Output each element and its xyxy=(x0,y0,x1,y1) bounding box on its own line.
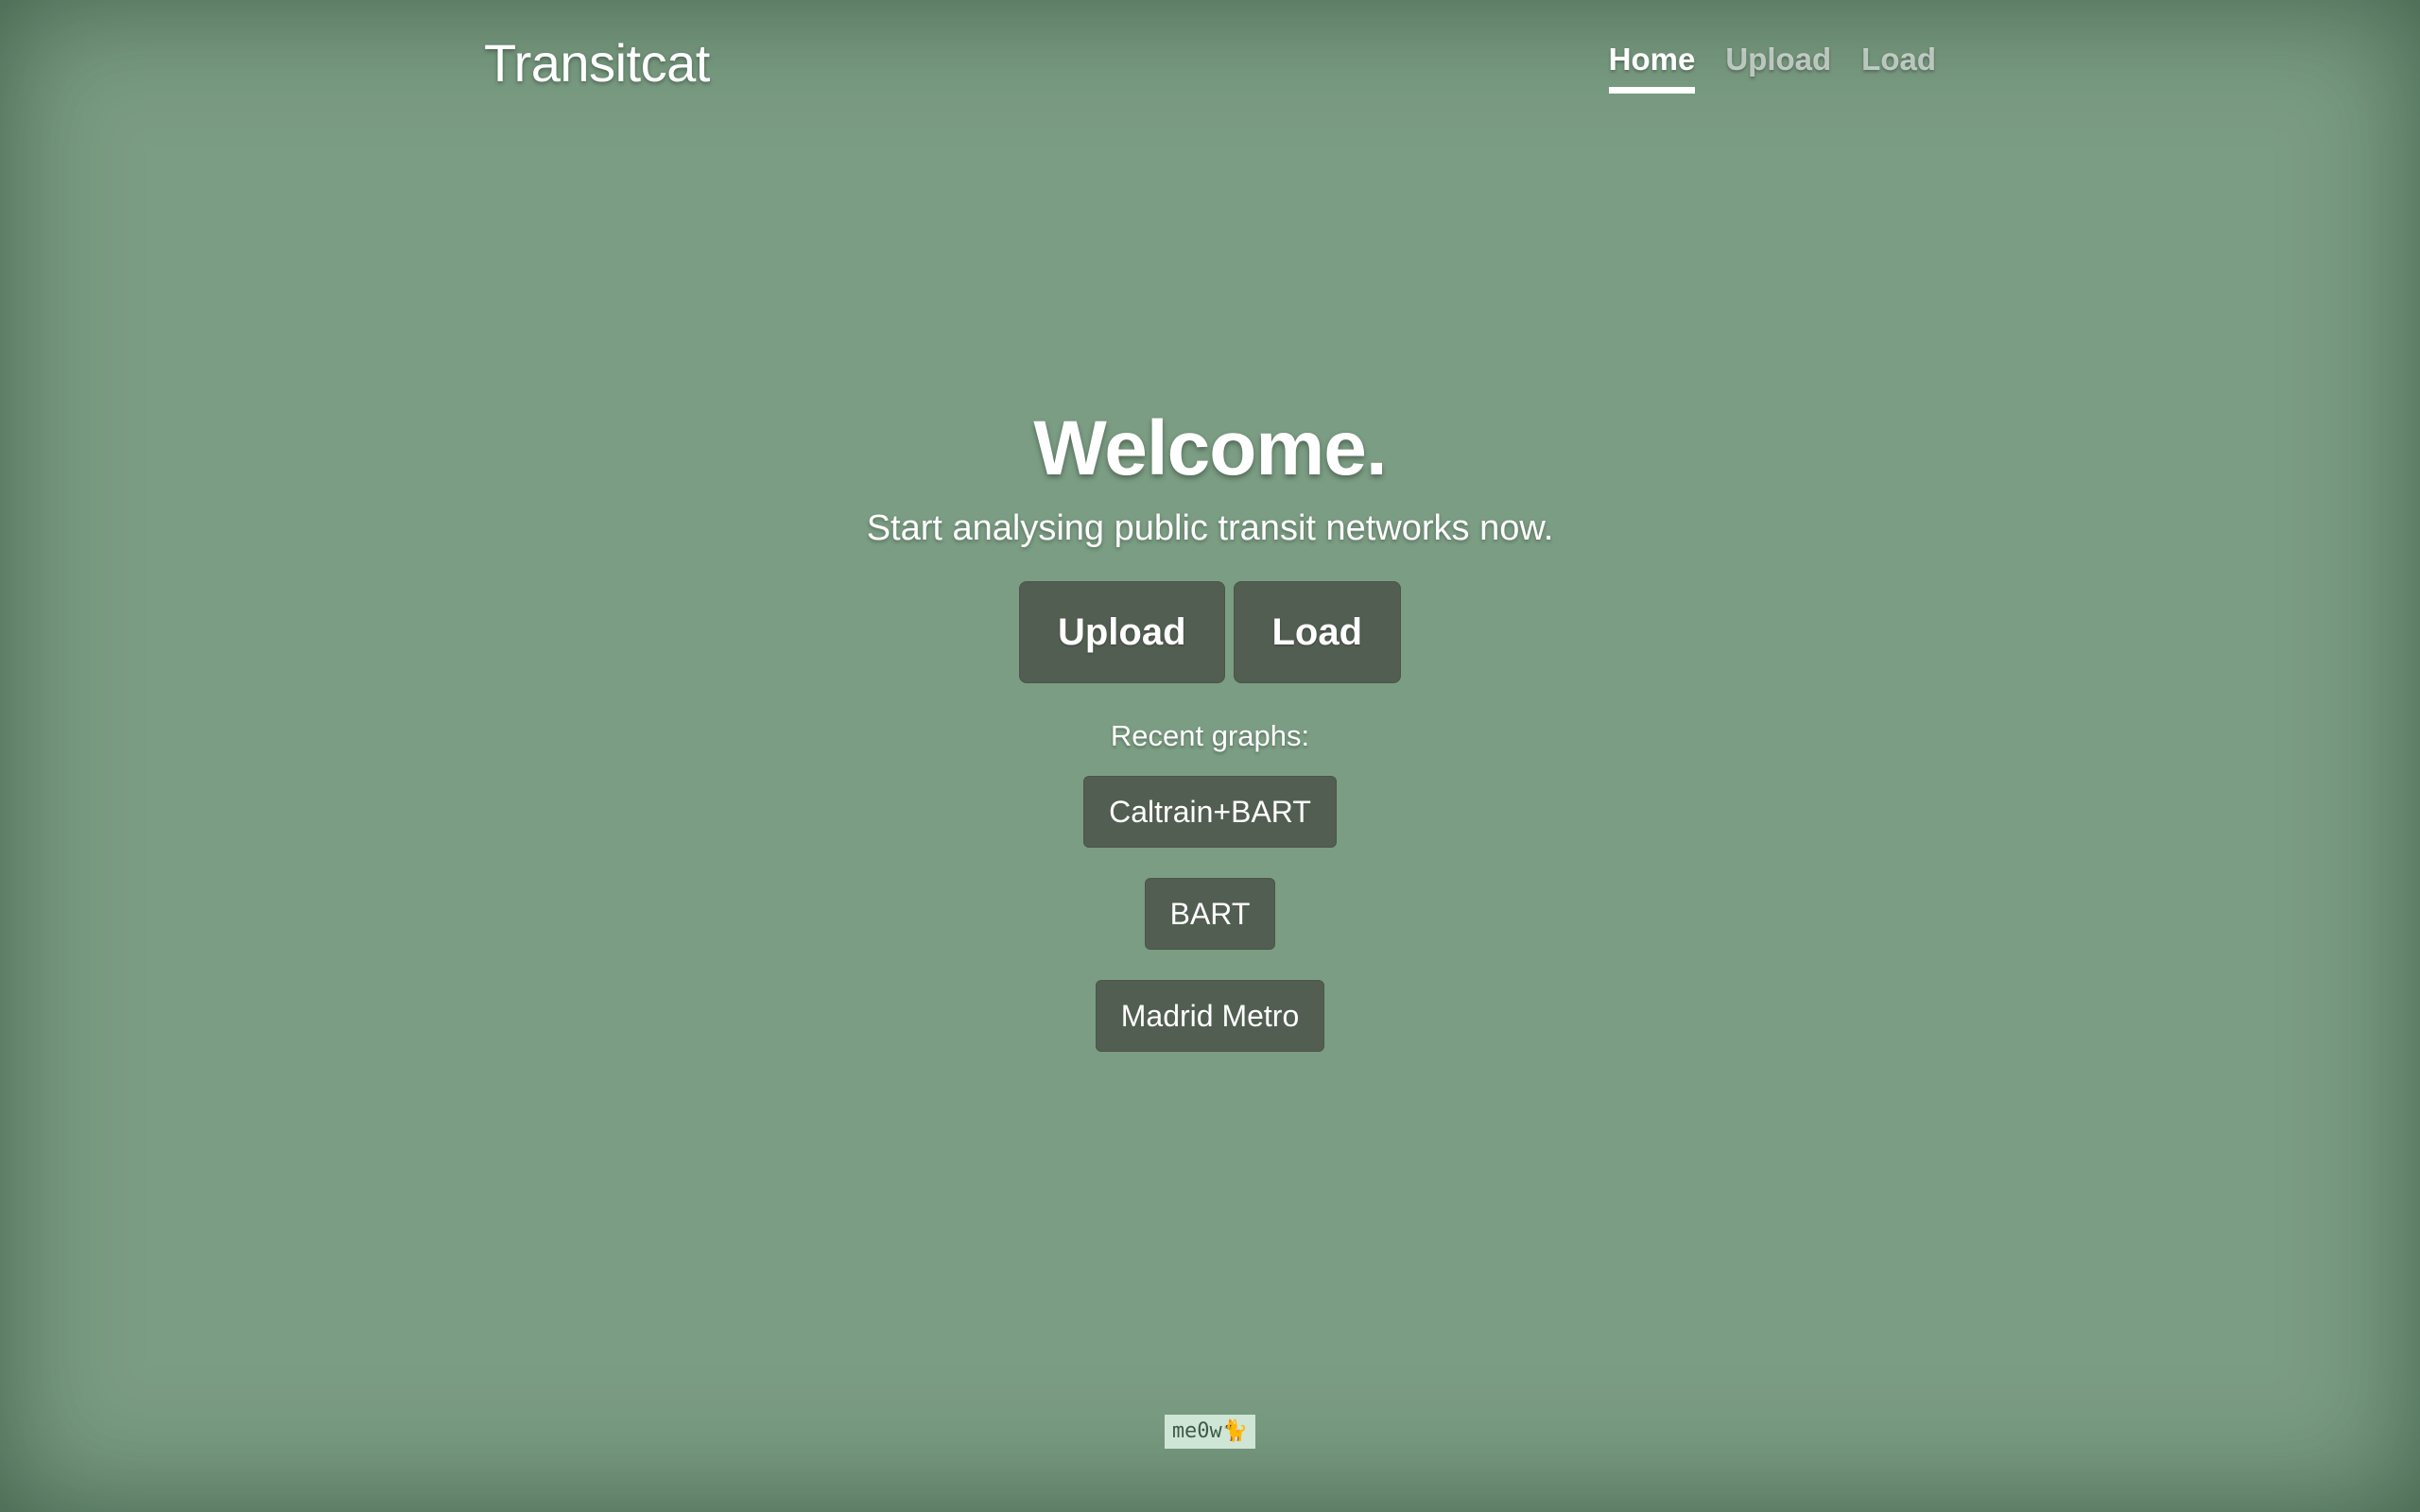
site-footer: me0w🐈 xyxy=(0,1415,2420,1449)
page-subtitle: Start analysing public transit networks … xyxy=(866,508,1554,548)
recent-graphs-list: Caltrain+BART BART Madrid Metro xyxy=(0,776,2420,1052)
recent-graph-bart[interactable]: BART xyxy=(1144,878,1276,950)
nav-upload[interactable]: Upload xyxy=(1725,42,1831,94)
load-button[interactable]: Load xyxy=(1233,581,1402,683)
recent-graphs-label: Recent graphs: xyxy=(1110,719,1310,752)
main-nav: Home Upload Load xyxy=(1608,42,1936,94)
brand-logo[interactable]: Transitcat xyxy=(484,32,710,94)
site-header: Transitcat Home Upload Load xyxy=(0,0,2420,132)
page-title: Welcome. xyxy=(1033,405,1387,491)
hero-section: Welcome. Start analysing public transit … xyxy=(0,397,2420,1052)
meow-badge: me0w🐈 xyxy=(1164,1415,1256,1449)
recent-graph-caltrain-bart[interactable]: Caltrain+BART xyxy=(1083,776,1337,848)
nav-home[interactable]: Home xyxy=(1608,42,1696,94)
recent-graph-madrid-metro[interactable]: Madrid Metro xyxy=(1095,980,1325,1052)
upload-button[interactable]: Upload xyxy=(1018,581,1225,683)
cta-group: Upload Load xyxy=(0,581,2420,683)
nav-load[interactable]: Load xyxy=(1861,42,1936,94)
